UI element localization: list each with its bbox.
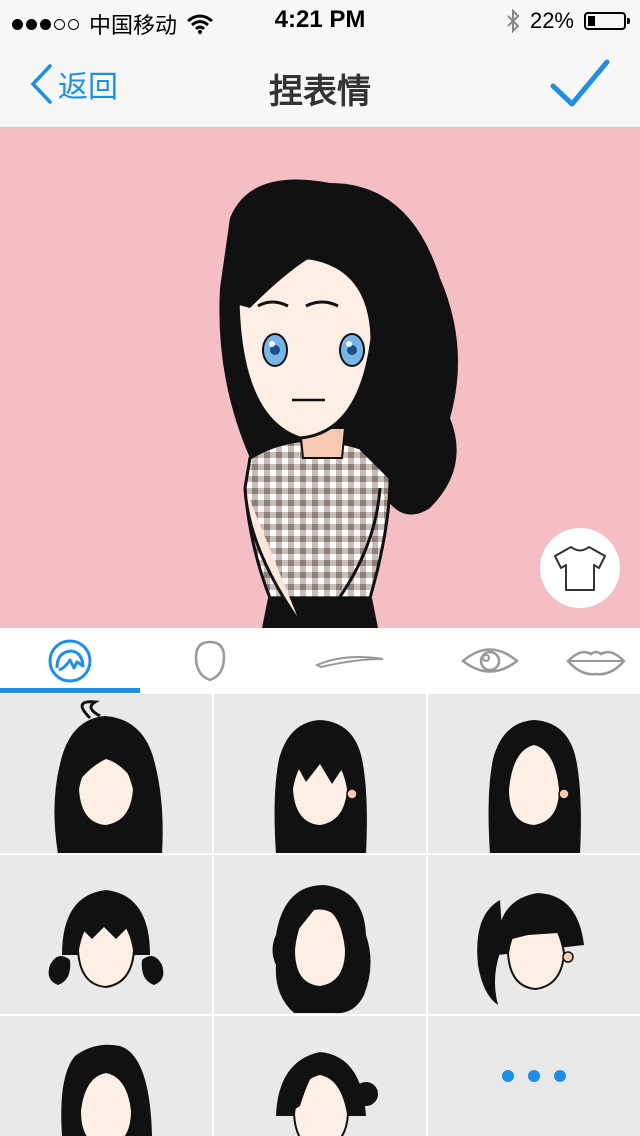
hair-style-grid [0, 694, 640, 1136]
back-label: 返回 [58, 71, 118, 104]
hair-option-5[interactable] [214, 855, 426, 1014]
bluetooth-icon [507, 9, 520, 33]
more-dot-icon [528, 1070, 540, 1082]
tab-eyebrows[interactable] [286, 628, 414, 694]
hair-option-2[interactable] [214, 694, 426, 853]
selected-tab-indicator [0, 688, 140, 693]
more-options-button[interactable] [428, 1016, 640, 1136]
hair-option-1[interactable] [0, 694, 212, 853]
nav-bar: 返回 捏表情 [0, 40, 640, 128]
hair-style-long-straight-bangs-icon [274, 720, 367, 853]
hair-style-ahoge-long-icon [54, 700, 163, 853]
outfit-button[interactable] [540, 528, 620, 608]
chevron-left-icon [30, 64, 52, 104]
t-shirt-icon [554, 546, 606, 591]
hair-option-7[interactable] [0, 1016, 212, 1136]
back-button[interactable]: 返回 [30, 62, 118, 106]
hair-style-updo-side-bun-icon [276, 1052, 378, 1136]
face-shape-icon [194, 640, 226, 682]
hair-style-long-center-part-icon [488, 720, 581, 853]
tab-face[interactable] [146, 628, 274, 694]
hair-style-wavy-long-icon [272, 885, 371, 1014]
tab-mouth[interactable] [566, 628, 640, 694]
lips-icon [566, 650, 626, 676]
status-bar: 中国移动 4:21 PM 22% [0, 0, 640, 40]
tab-eyes[interactable] [426, 628, 554, 694]
hair-option-3[interactable] [428, 694, 640, 853]
more-dot-icon [554, 1070, 566, 1082]
tab-hair[interactable] [6, 628, 134, 694]
battery-icon [584, 12, 630, 30]
hair-style-pigtails-bangs-icon [48, 890, 164, 989]
checkmark-icon[interactable] [550, 58, 610, 110]
hair-icon [48, 639, 92, 683]
hair-option-4[interactable] [0, 855, 212, 1014]
hair-style-side-ponytail-icon [477, 893, 584, 1005]
battery-percent: 22% [529, 8, 574, 33]
eyebrow-icon [315, 656, 384, 669]
hair-option-6[interactable] [428, 855, 640, 1014]
more-dot-icon [502, 1070, 514, 1082]
feature-tab-bar [0, 628, 640, 694]
hair-style-bob-side-part-icon [61, 1044, 152, 1136]
hair-option-8[interactable] [214, 1016, 426, 1136]
eye-icon [461, 648, 519, 673]
